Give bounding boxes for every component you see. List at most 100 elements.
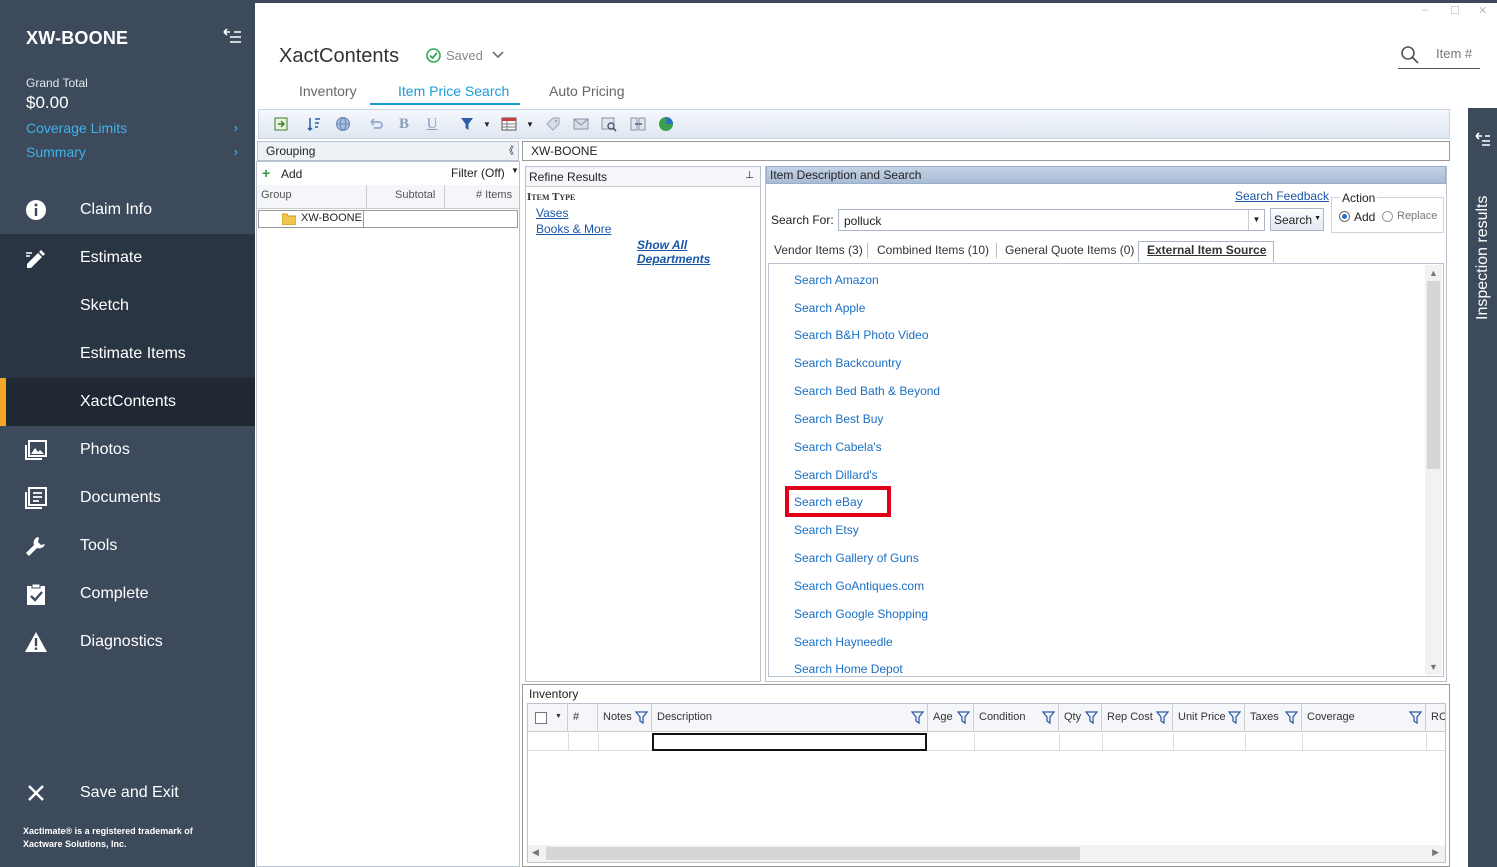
filter-icon[interactable] [1156, 711, 1169, 724]
filter-icon[interactable] [957, 711, 970, 724]
nav-claim-info[interactable]: Claim Info [0, 186, 255, 234]
nav-photos[interactable]: Photos [0, 426, 255, 474]
col-group[interactable]: Group [261, 189, 292, 201]
summary-link[interactable]: Summary › [26, 144, 238, 160]
scroll-left-arrow[interactable]: ◀ [532, 847, 539, 858]
list-scrollbar[interactable]: ▲ ▼ [1425, 265, 1442, 675]
filter-dropdown-arrow[interactable]: ▼ [511, 166, 519, 175]
select-dropdown-icon[interactable]: ▼ [555, 704, 562, 730]
select-all-column[interactable]: ▼ [528, 704, 568, 732]
save-and-exit-button[interactable]: Save and Exit [0, 769, 255, 817]
col-condition[interactable]: Condition [974, 704, 1059, 732]
external-source-bh-photo[interactable]: Search B&H Photo Video [794, 328, 929, 342]
subtab-general-quote-items[interactable]: General Quote Items (0) [1005, 242, 1134, 260]
external-source-goantiques[interactable]: Search GoAntiques.com [794, 579, 924, 593]
tag-icon[interactable] [544, 115, 562, 133]
coverage-limits-link[interactable]: Coverage Limits › [26, 120, 238, 136]
chevron-down-icon[interactable] [491, 49, 505, 61]
search-button[interactable]: Search ▼ [1270, 208, 1324, 231]
columns-icon[interactable] [500, 115, 518, 133]
underline-icon[interactable]: U [423, 115, 441, 133]
scroll-up-arrow[interactable]: ▲ [1429, 268, 1438, 278]
nav-complete[interactable]: Complete [0, 570, 255, 618]
filter-dropdown-icon[interactable]: ▼ [478, 115, 496, 133]
maximize-button[interactable]: ☐ [1450, 4, 1460, 17]
external-source-best-buy[interactable]: Search Best Buy [794, 412, 883, 426]
nav-estimate-items[interactable]: Estimate Items [0, 330, 255, 378]
col-taxes[interactable]: Taxes [1245, 704, 1302, 732]
col-rep-cost[interactable]: Rep Cost [1102, 704, 1173, 732]
pie-chart-icon[interactable] [657, 115, 675, 133]
external-source-cabelas[interactable]: Search Cabela's [794, 440, 882, 454]
col-rc[interactable]: RC [1426, 704, 1445, 732]
inspection-results-label[interactable]: Inspection results [1474, 195, 1492, 320]
filter-icon[interactable] [635, 711, 648, 724]
add-group-button[interactable]: Add [281, 167, 302, 181]
horizontal-scroll-thumb[interactable] [546, 847, 1080, 860]
subtab-combined-items[interactable]: Combined Items (10) [877, 242, 989, 260]
col-coverage[interactable]: Coverage [1302, 704, 1426, 732]
preview-icon[interactable] [600, 115, 618, 133]
scroll-right-arrow[interactable]: ▶ [1432, 847, 1439, 858]
nav-xactcontents[interactable]: XactContents [0, 378, 255, 426]
undo-icon[interactable] [367, 115, 385, 133]
col-age[interactable]: Age [928, 704, 974, 732]
col-description[interactable]: Description [652, 704, 928, 732]
search-feedback-link[interactable]: Search Feedback [1235, 189, 1329, 203]
filter-toggle[interactable]: Filter (Off) [451, 166, 505, 180]
subtab-vendor-items[interactable]: Vendor Items (3) [774, 242, 863, 260]
inventory-horizontal-scrollbar[interactable]: ◀ ▶ [528, 845, 1445, 862]
new-item-row[interactable] [528, 733, 1445, 751]
sort-icon[interactable] [305, 115, 323, 133]
pin-icon[interactable]: ⊥ [745, 170, 754, 181]
col-unit-price[interactable]: Unit Price [1173, 704, 1245, 732]
show-all-departments-link[interactable]: Show All Departments [637, 238, 760, 266]
filter-icon[interactable] [1042, 711, 1055, 724]
select-all-checkbox[interactable] [535, 712, 547, 724]
col-number[interactable]: # [568, 704, 598, 732]
external-source-google-shopping[interactable]: Search Google Shopping [794, 607, 928, 621]
collapse-sidebar-icon[interactable] [222, 28, 242, 46]
expand-panel-icon[interactable] [1474, 132, 1492, 148]
scroll-down-arrow[interactable]: ▼ [1429, 662, 1438, 672]
add-icon[interactable]: + [262, 165, 270, 181]
export-icon[interactable] [272, 115, 290, 133]
external-source-hayneedle[interactable]: Search Hayneedle [794, 635, 893, 649]
filter-icon[interactable] [458, 115, 476, 133]
search-history-dropdown[interactable]: ▼ [1248, 210, 1264, 230]
nav-tools[interactable]: Tools [0, 522, 255, 570]
external-source-etsy[interactable]: Search Etsy [794, 523, 859, 537]
description-cell-editor[interactable] [652, 733, 927, 751]
filter-icon[interactable] [1085, 711, 1098, 724]
search-for-input[interactable]: polluck ▼ [838, 209, 1265, 231]
collapse-grouping-icon[interactable]: 《 [504, 142, 514, 161]
scroll-thumb[interactable] [1427, 281, 1440, 469]
external-source-gallery-of-guns[interactable]: Search Gallery of Guns [794, 551, 919, 565]
tab-inventory[interactable]: Inventory [299, 83, 357, 99]
col-subtotal[interactable]: Subtotal [395, 189, 435, 201]
move-icon[interactable] [629, 115, 647, 133]
item-number-search[interactable]: Item # [1398, 42, 1480, 69]
nav-diagnostics[interactable]: Diagnostics [0, 618, 255, 666]
external-source-backcountry[interactable]: Search Backcountry [794, 356, 901, 370]
search-icon[interactable] [1400, 45, 1420, 65]
search-options-dropdown[interactable]: ▼ [1314, 215, 1321, 222]
external-source-home-depot[interactable]: Search Home Depot [794, 662, 903, 676]
table-row[interactable]: XW-BOONE [258, 210, 518, 228]
action-replace-radio[interactable] [1382, 211, 1393, 222]
tab-item-price-search[interactable]: Item Price Search [398, 83, 509, 99]
col-qty[interactable]: Qty [1059, 704, 1102, 732]
refine-item-books[interactable]: Books & More [536, 222, 611, 236]
nav-sketch[interactable]: Sketch [0, 282, 255, 330]
col-notes[interactable]: Notes [598, 704, 652, 732]
subtab-external-item-source[interactable]: External Item Source [1147, 242, 1266, 260]
filter-icon[interactable] [1409, 711, 1422, 724]
email-icon[interactable] [572, 115, 590, 133]
external-source-bed-bath-beyond[interactable]: Search Bed Bath & Beyond [794, 384, 940, 398]
col-items[interactable]: # Items [476, 189, 512, 201]
filter-icon[interactable] [911, 711, 924, 724]
bold-icon[interactable]: B [395, 115, 413, 133]
external-source-dillards[interactable]: Search Dillard's [794, 468, 878, 482]
tab-auto-pricing[interactable]: Auto Pricing [549, 83, 624, 99]
external-source-amazon[interactable]: Search Amazon [794, 273, 879, 287]
